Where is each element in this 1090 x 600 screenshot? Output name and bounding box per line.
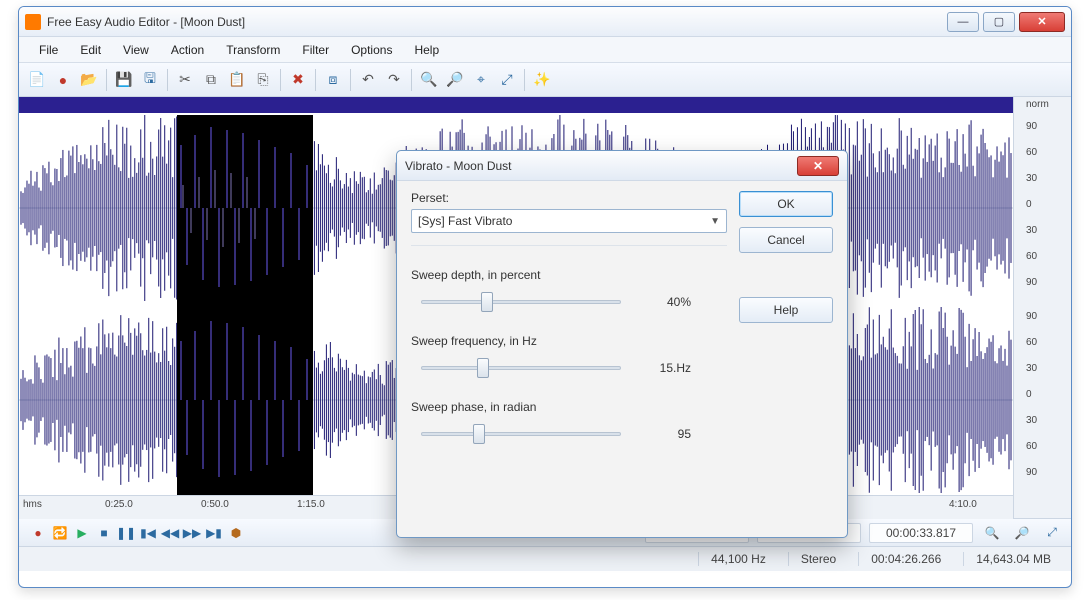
fx-icon[interactable]: ✨ (530, 68, 554, 92)
timeline-strip[interactable] (19, 97, 1013, 113)
zoom-all-icon[interactable]: ⤢ (1041, 522, 1063, 544)
toolbar-divider (524, 69, 525, 91)
minimize-button[interactable]: — (947, 12, 979, 32)
zoom-in-icon[interactable]: 🔍 (981, 522, 1003, 544)
sweep-depth-label: Sweep depth, in percent (411, 268, 727, 282)
chevron-down-icon: ▼ (710, 216, 720, 227)
menu-view[interactable]: View (113, 40, 159, 60)
marker-icon[interactable]: ⧈ (321, 68, 345, 92)
toolbar-divider (350, 69, 351, 91)
toolbar-divider (280, 69, 281, 91)
preset-value: [Sys] Fast Vibrato (418, 214, 512, 228)
sweep-freq-slider[interactable] (421, 358, 621, 378)
sweep-freq-label: Sweep frequency, in Hz (411, 334, 727, 348)
paste-icon[interactable]: 📋 (225, 68, 249, 92)
ok-button[interactable]: OK (739, 191, 833, 217)
record-icon[interactable]: ● (51, 68, 75, 92)
status-size: 14,643.04 MB (963, 552, 1063, 566)
status-channels: Stereo (788, 552, 848, 566)
menu-filter[interactable]: Filter (292, 40, 339, 60)
window-controls: — ▢ ✕ (947, 12, 1065, 32)
status-bar: 44,100 Hz Stereo 00:04:26.266 14,643.04 … (19, 547, 1071, 571)
title-bar[interactable]: Free Easy Audio Editor - [Moon Dust] — ▢… (19, 7, 1071, 37)
redo-icon[interactable]: ↷ (382, 68, 406, 92)
menu-transform[interactable]: Transform (216, 40, 290, 60)
preset-label: Perset: (411, 191, 727, 205)
new-icon[interactable]: 📄 (25, 68, 49, 92)
cut-icon[interactable]: ✂ (173, 68, 197, 92)
record-button[interactable]: ● (27, 522, 49, 544)
save-icon[interactable]: 💾 (112, 68, 136, 92)
sweep-freq-value: 15.Hz (641, 361, 691, 375)
dialog-title-bar[interactable]: Vibrato - Moon Dust ✕ (397, 151, 847, 181)
sweep-depth-slider[interactable] (421, 292, 621, 312)
menu-help[interactable]: Help (404, 40, 449, 60)
vibrato-dialog[interactable]: Vibrato - Moon Dust ✕ Perset: [Sys] Fast… (396, 150, 848, 538)
forward-button[interactable]: ▶▶ (181, 522, 203, 544)
toolbar-divider (167, 69, 168, 91)
close-button[interactable]: ✕ (1019, 12, 1065, 32)
menu-action[interactable]: Action (161, 40, 214, 60)
toolbar-divider (315, 69, 316, 91)
menu-edit[interactable]: Edit (70, 40, 111, 60)
toolbar: 📄 ● 📂 💾 🖫 ✂ ⧉ 📋 ⎘ ✖ ⧈ ↶ ↷ 🔍 🔎 ⌖ ⤢ ✨ (19, 63, 1071, 97)
pause-button[interactable]: ❚❚ (115, 522, 137, 544)
stop-button[interactable]: ■ (93, 522, 115, 544)
delete-icon[interactable]: ✖ (286, 68, 310, 92)
dialog-close-button[interactable]: ✕ (797, 156, 839, 176)
menu-file[interactable]: File (29, 40, 68, 60)
sweep-phase-value: 95 (641, 427, 691, 441)
toolbar-divider (106, 69, 107, 91)
amplitude-ruler: norm 90 60 30 0 30 60 90 90 60 30 0 30 6… (1013, 97, 1071, 518)
marker-badge-icon[interactable]: ⬢ (225, 522, 247, 544)
time-length: 00:00:33.817 (869, 523, 973, 543)
maximize-button[interactable]: ▢ (983, 12, 1015, 32)
loop-button[interactable]: 🔁 (49, 522, 71, 544)
zoom-out-icon[interactable]: 🔎 (1011, 522, 1033, 544)
rewind-button[interactable]: ◀◀ (159, 522, 181, 544)
undo-icon[interactable]: ↶ (356, 68, 380, 92)
selection-region[interactable] (177, 115, 313, 495)
save-as-icon[interactable]: 🖫 (138, 68, 162, 92)
sweep-phase-label: Sweep phase, in radian (411, 400, 727, 414)
toolbar-divider (411, 69, 412, 91)
paste-mix-icon[interactable]: ⎘ (251, 68, 275, 92)
zoom-out-icon[interactable]: 🔎 (443, 68, 467, 92)
window-title: Free Easy Audio Editor - [Moon Dust] (47, 15, 245, 29)
dialog-separator (411, 245, 727, 246)
ruler-norm-label: norm (1026, 99, 1049, 110)
sweep-phase-slider[interactable] (421, 424, 621, 444)
menu-options[interactable]: Options (341, 40, 402, 60)
open-icon[interactable]: 📂 (77, 68, 101, 92)
menu-bar: File Edit View Action Transform Filter O… (19, 37, 1071, 63)
app-icon (25, 14, 41, 30)
time-unit-label: hms (23, 499, 42, 510)
to-start-button[interactable]: ▮◀ (137, 522, 159, 544)
sweep-depth-value: 40% (641, 295, 691, 309)
dialog-title: Vibrato - Moon Dust (405, 159, 512, 173)
status-rate: 44,100 Hz (698, 552, 778, 566)
help-button[interactable]: Help (739, 297, 833, 323)
to-end-button[interactable]: ▶▮ (203, 522, 225, 544)
zoom-sel-icon[interactable]: ⌖ (469, 68, 493, 92)
zoom-fit-icon[interactable]: ⤢ (495, 68, 519, 92)
cancel-button[interactable]: Cancel (739, 227, 833, 253)
zoom-in-icon[interactable]: 🔍 (417, 68, 441, 92)
status-length: 00:04:26.266 (858, 552, 953, 566)
preset-select[interactable]: [Sys] Fast Vibrato ▼ (411, 209, 727, 233)
copy-icon[interactable]: ⧉ (199, 68, 223, 92)
play-button[interactable]: ▶ (71, 522, 93, 544)
